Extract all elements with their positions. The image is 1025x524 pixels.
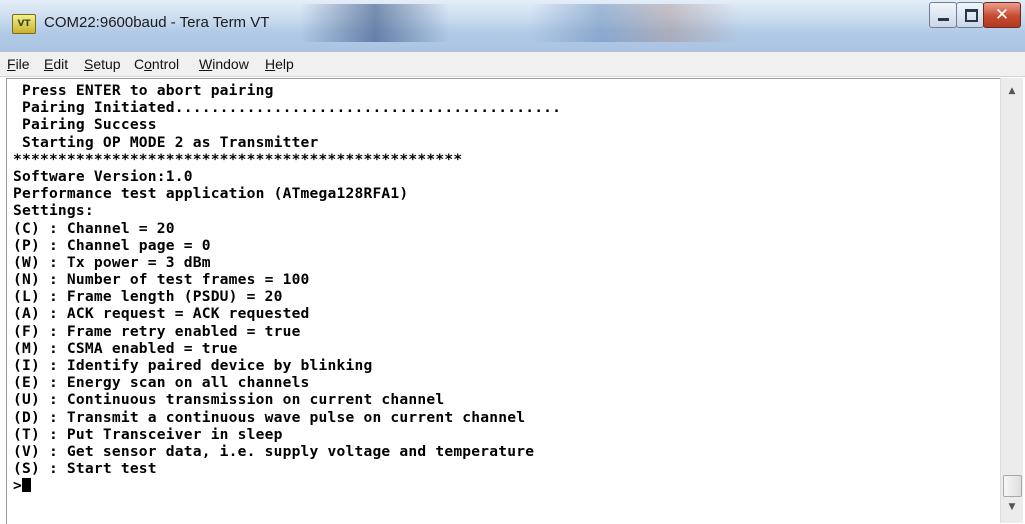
scroll-thumb[interactable] bbox=[1003, 475, 1022, 497]
minimize-icon bbox=[938, 18, 949, 21]
menu-setup[interactable]: Setup bbox=[84, 56, 121, 72]
tera-term-app-icon[interactable]: VT bbox=[12, 14, 36, 34]
minimize-button[interactable] bbox=[929, 2, 957, 28]
terminal-line: (P) : Channel page = 0 bbox=[13, 236, 211, 254]
terminal-line: (V) : Get sensor data, i.e. supply volta… bbox=[13, 442, 535, 460]
terminal-lines: Press ENTER to abort pairing Pairing Ini… bbox=[13, 82, 561, 495]
scroll-down-arrow-icon[interactable]: ▼ bbox=[1003, 498, 1021, 516]
terminal-line: Performance test application (ATmega128R… bbox=[13, 185, 409, 203]
terminal-line: (C) : Channel = 20 bbox=[13, 219, 175, 237]
terminal-line: Settings: bbox=[13, 202, 94, 220]
menu-control[interactable]: Control bbox=[134, 56, 179, 72]
terminal-line: Software Version:1.0 bbox=[13, 167, 193, 185]
terminal-line: (T) : Put Transceiver in sleep bbox=[13, 425, 283, 443]
menu-help[interactable]: Help bbox=[265, 56, 294, 72]
window-title: COM22:9600baud - Tera Term VT bbox=[44, 14, 270, 31]
terminal-line: (I) : Identify paired device by blinking bbox=[13, 357, 373, 374]
terminal-prompt: > bbox=[13, 477, 22, 495]
scroll-up-arrow-icon[interactable]: ▲ bbox=[1003, 82, 1021, 100]
vertical-scrollbar[interactable]: ▲ ▼ bbox=[1000, 78, 1023, 523]
terminal-line: (L) : Frame length (PSDU) = 20 bbox=[13, 288, 283, 306]
terminal-line: ****************************************… bbox=[13, 150, 463, 168]
menu-edit[interactable]: Edit bbox=[44, 56, 68, 72]
title-bar-background-decoration bbox=[530, 4, 740, 42]
close-icon: ✕ bbox=[994, 5, 1010, 25]
title-bar[interactable]: VT COM22:9600baud - Tera Term VT ✕ bbox=[0, 0, 1025, 53]
terminal-line: (E) : Energy scan on all channels bbox=[13, 374, 310, 392]
maximize-icon bbox=[965, 9, 978, 22]
text-cursor bbox=[21, 478, 31, 493]
menu-window[interactable]: Window bbox=[199, 56, 249, 72]
terminal-line: (W) : Tx power = 3 dBm bbox=[13, 253, 211, 271]
terminal-line: Starting OP MODE 2 as Transmitter bbox=[13, 133, 319, 151]
terminal-line: Pairing Success bbox=[13, 116, 157, 134]
terminal-line: (M) : CSMA enabled = true bbox=[13, 339, 238, 357]
close-button[interactable]: ✕ bbox=[983, 2, 1021, 28]
terminal-line: (N) : Number of test frames = 100 bbox=[13, 271, 310, 289]
terminal-line: Press ENTER to abort pairing bbox=[13, 82, 274, 99]
menu-bar: File Edit Setup Control Window Help bbox=[0, 52, 1025, 77]
terminal-line: Pairing Initiated.......................… bbox=[13, 99, 562, 117]
terminal-line: (A) : ACK request = ACK requested bbox=[13, 305, 310, 323]
terminal-line: (S) : Start test bbox=[13, 460, 157, 478]
terminal-prompt-line[interactable]: > bbox=[13, 477, 561, 494]
title-bar-background-decoration bbox=[300, 4, 450, 42]
maximize-button[interactable] bbox=[956, 2, 984, 28]
menu-file[interactable]: File bbox=[7, 56, 30, 72]
terminal-output[interactable]: Press ENTER to abort pairing Pairing Ini… bbox=[6, 78, 1001, 524]
terminal-line: (D) : Transmit a continuous wave pulse o… bbox=[13, 408, 526, 426]
terminal-line: (F) : Frame retry enabled = true bbox=[13, 322, 301, 340]
terminal-line: (U) : Continuous transmission on current… bbox=[13, 391, 445, 409]
